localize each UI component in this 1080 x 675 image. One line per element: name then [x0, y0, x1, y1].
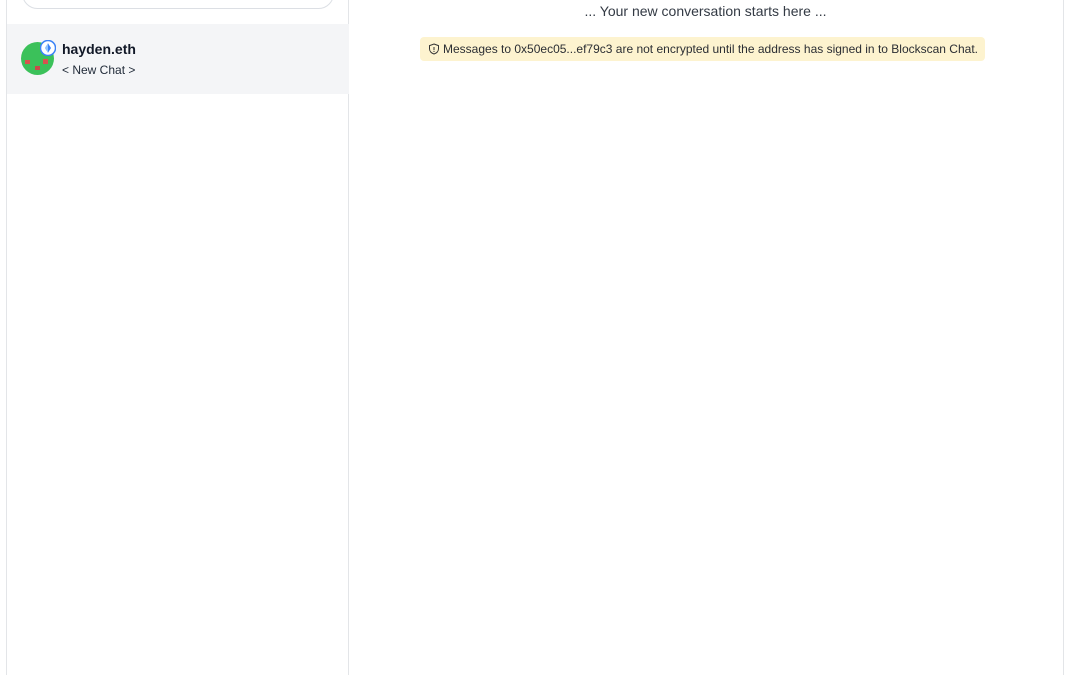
- chat-app: hayden.eth < New Chat > ... Your new con…: [0, 0, 1080, 675]
- conversation-pane: ... Your new conversation starts here ..…: [349, 0, 1064, 675]
- encryption-notice: Messages to 0x50ec05...ef79c3 are not en…: [420, 37, 985, 61]
- search-input[interactable]: [22, 0, 334, 9]
- conversation-start-text: ... Your new conversation starts here ..…: [584, 3, 827, 19]
- chat-list-item[interactable]: hayden.eth < New Chat >: [7, 24, 349, 94]
- chat-sidebar: hayden.eth < New Chat >: [6, 0, 349, 675]
- chat-preview: < New Chat >: [62, 63, 136, 77]
- ethereum-verified-icon: [40, 40, 56, 56]
- chat-name: hayden.eth: [62, 41, 136, 57]
- shield-icon: [428, 43, 440, 55]
- encryption-notice-text: Messages to 0x50ec05...ef79c3 are not en…: [443, 42, 978, 56]
